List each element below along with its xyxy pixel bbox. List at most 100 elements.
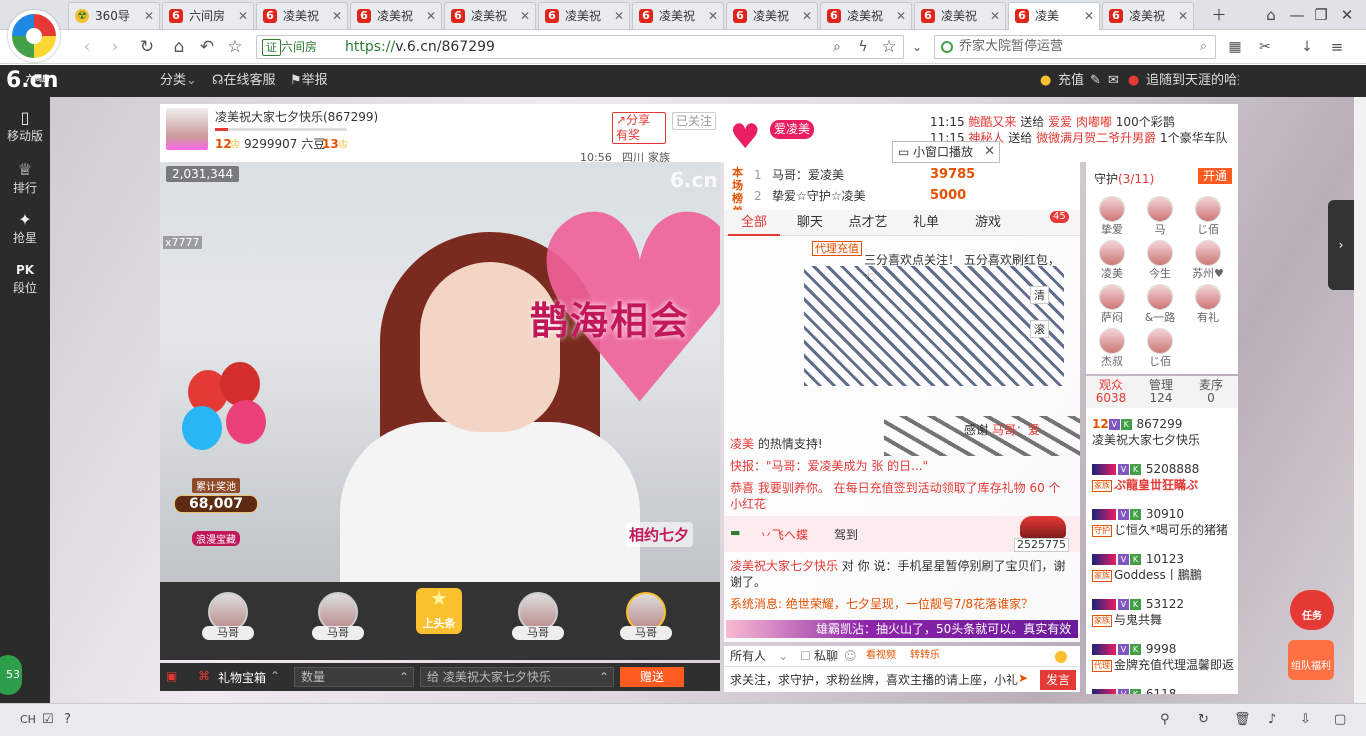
leftnav-mobile[interactable]: ▯ 移动版 xyxy=(0,109,50,144)
guard-member[interactable]: &一路 xyxy=(1140,284,1180,324)
close-tab-icon[interactable]: ✕ xyxy=(614,3,624,29)
pin-icon[interactable]: ⚲ xyxy=(1160,710,1170,730)
rank-item[interactable]: 1 马哥：爱凌美 39785 xyxy=(754,166,975,184)
search-box[interactable]: 乔家大院暂停运营 ⌕ xyxy=(934,35,1216,59)
trash-icon[interactable]: 🗑 xyxy=(1234,710,1251,730)
close-tab-icon[interactable]: ✕ xyxy=(708,3,718,29)
tab-all[interactable]: 全部 xyxy=(728,210,780,236)
tab-audience[interactable]: 观众 6038 xyxy=(1088,379,1134,405)
guard-member[interactable]: 苏州♥ xyxy=(1188,240,1228,280)
volume-icon[interactable]: ♪ xyxy=(1268,710,1276,730)
forward-icon[interactable]: › xyxy=(104,36,126,58)
chat-target-select[interactable]: 所有人 xyxy=(730,646,766,666)
audience-row[interactable]: VK 53122 家族 与鬼共舞 xyxy=(1092,596,1238,628)
chat-input[interactable]: 求关注，求守护，求粉丝牌，喜欢主播的请上座，小礼 ➤ 发言 xyxy=(724,666,1080,692)
browser-tab[interactable]: 6 凌美祝 ✕ xyxy=(538,2,630,29)
close-tab-icon[interactable]: ✕ xyxy=(990,3,1000,29)
coin-icon[interactable]: ● xyxy=(1054,646,1068,666)
address-bar[interactable]: 证 六间房 https://v.6.cn/867299 xyxy=(256,35,904,59)
lightning-icon[interactable]: ϟ xyxy=(852,36,874,58)
toutiao-button[interactable]: ★ 上头条 xyxy=(416,588,462,634)
checkbox-icon[interactable]: ☑ xyxy=(42,710,54,730)
dots-icon[interactable]: ⋮ xyxy=(1232,73,1245,89)
favorite-star-icon[interactable]: ☆ xyxy=(878,36,900,58)
gift-target-select[interactable]: 给 凌美祝大家七夕快乐 ⌃ xyxy=(420,667,614,687)
private-chat-toggle[interactable]: 私聊 xyxy=(814,646,838,666)
audience-row[interactable]: VK 9998 代理 金牌充值代理温馨即返 xyxy=(1092,641,1238,673)
ime-indicator[interactable]: CH xyxy=(20,710,36,730)
tab-admin[interactable]: 管理 124 xyxy=(1138,379,1184,405)
audience-list[interactable]: 12 V K 867299 凌美祝大家七夕快乐 V K 5208888 家族 ぷ龍皇丗狂瞞ぷ V… xyxy=(1086,408,1238,694)
clear-button[interactable]: 清 xyxy=(1030,286,1049,304)
minimize-icon[interactable]: — xyxy=(1286,4,1308,26)
team-bonus-button[interactable]: 组队福利 xyxy=(1288,640,1334,680)
avatar[interactable]: ● xyxy=(1128,73,1139,89)
car-user[interactable]: 丷飞へ蝶 xyxy=(760,526,808,543)
audience-row[interactable]: 12 V K 867299 凌美祝大家七夕快乐 xyxy=(1092,416,1238,448)
mini-player-button[interactable]: ▭ 小窗口播放 ✕ xyxy=(892,141,1000,163)
close-tab-icon[interactable]: ✕ xyxy=(332,3,342,29)
guard-member[interactable]: じ佰 xyxy=(1140,328,1180,368)
layout-icon[interactable]: ▢ xyxy=(1334,710,1346,730)
page-scrollbar[interactable] xyxy=(1354,97,1366,703)
jackpot[interactable]: 累计奖池 68,007 浪漫宝藏 xyxy=(166,478,266,568)
menu-service[interactable]: ☊在线客服 xyxy=(212,73,276,89)
gift-quantity-input[interactable]: 数量 ⌃ xyxy=(294,667,414,687)
audience-row[interactable]: VK 30910 守护 じ恒久*喝可乐的猪猪 xyxy=(1092,506,1238,538)
browser-tab[interactable]: 6 凌美 ✕ xyxy=(1008,2,1100,30)
home-icon[interactable]: ⌂ xyxy=(168,36,190,58)
close-window-icon[interactable]: ✕ xyxy=(1336,4,1358,26)
browser-tab[interactable]: 6 凌美祝 ✕ xyxy=(350,2,442,29)
audience-row[interactable]: VK 6118 xyxy=(1092,686,1238,694)
close-tab-icon[interactable]: ✕ xyxy=(520,3,530,29)
browser-tab[interactable]: 6 六间房 ✕ xyxy=(162,2,254,29)
guard-member[interactable]: 有礼 xyxy=(1188,284,1228,324)
browser-tab[interactable]: 6 凌美祝 ✕ xyxy=(444,2,536,29)
audience-row[interactable]: VK 5208888 家族 ぷ龍皇丗狂瞞ぷ xyxy=(1092,461,1238,493)
chevron-down-icon[interactable]: ⌄ xyxy=(906,36,928,58)
audience-row[interactable]: VK 10123 家族 Goddess丨鵬鵬 xyxy=(1092,551,1238,583)
close-tab-icon[interactable]: ✕ xyxy=(1178,3,1188,29)
shirt-icon[interactable]: ⌂ xyxy=(1260,4,1282,26)
lucky-icon[interactable]: 转转乐 xyxy=(910,646,940,666)
guard-member[interactable]: じ佰 xyxy=(1188,196,1228,236)
guest-seat[interactable]: 马哥 xyxy=(198,592,258,640)
close-tab-icon[interactable]: ✕ xyxy=(426,3,436,29)
gift-box-button[interactable]: 礼物宝箱 xyxy=(218,669,266,686)
guard-member[interactable]: 萨闷 xyxy=(1092,284,1132,324)
browser-tab[interactable]: 6 凌美祝 ✕ xyxy=(1102,2,1194,29)
tab-mic-queue[interactable]: 麦序 0 xyxy=(1188,379,1234,405)
browser-tab[interactable]: 6 凌美祝 ✕ xyxy=(726,2,818,29)
search-icon[interactable]: ⌕ xyxy=(826,36,848,58)
download-icon[interactable]: ↓ xyxy=(1296,36,1318,58)
help-icon[interactable]: ? xyxy=(64,710,71,730)
tab-talent[interactable]: 点才艺 xyxy=(842,210,894,236)
guard-member[interactable]: 今生 xyxy=(1140,240,1180,280)
leftnav-pk[interactable]: PK 段位 xyxy=(0,261,50,296)
video-tag-icon[interactable]: 看视频 xyxy=(866,646,896,666)
anchor-avatar[interactable] xyxy=(166,108,208,150)
close-tab-icon[interactable]: ✕ xyxy=(238,3,248,29)
guard-member[interactable]: 挚爱 xyxy=(1092,196,1132,236)
menu-category[interactable]: 分类 xyxy=(160,73,186,89)
rank-item[interactable]: 2 挚爱☆守护☆凌美 5000 xyxy=(754,187,966,205)
redpack-banner[interactable]: 雄霸凯沾：抽火山了，50头条就可以。真实有效 xyxy=(726,620,1078,638)
bookmark-star-icon[interactable]: ☆ xyxy=(224,36,246,58)
browser-logo-icon[interactable] xyxy=(8,10,60,62)
green-counter[interactable]: 53 xyxy=(0,655,22,695)
search-go-icon[interactable]: ⌕ xyxy=(1200,36,1207,58)
leftnav-rank[interactable]: ♕ 排行 xyxy=(0,161,50,196)
guard-open-button[interactable]: 开通 xyxy=(1197,168,1232,184)
chat-send-button[interactable]: 发言 xyxy=(1040,670,1076,690)
tab-chat[interactable]: 聊天 xyxy=(784,210,836,236)
close-tab-icon[interactable]: ✕ xyxy=(1084,3,1094,29)
apps-grid-icon[interactable]: ▦ xyxy=(1224,36,1246,58)
share-button[interactable]: ↗分享有奖 xyxy=(612,112,666,144)
download-icon[interactable]: ⇩ xyxy=(1300,710,1311,730)
qixi-badge[interactable]: 相约七夕 xyxy=(625,522,694,547)
menu-report[interactable]: ⚑举报 xyxy=(290,73,328,89)
close-icon[interactable]: ✕ xyxy=(984,142,995,162)
close-tab-icon[interactable]: ✕ xyxy=(802,3,812,29)
guard-member[interactable]: 杰叔 xyxy=(1092,328,1132,368)
emoji-icon[interactable]: ☺ xyxy=(844,646,857,666)
